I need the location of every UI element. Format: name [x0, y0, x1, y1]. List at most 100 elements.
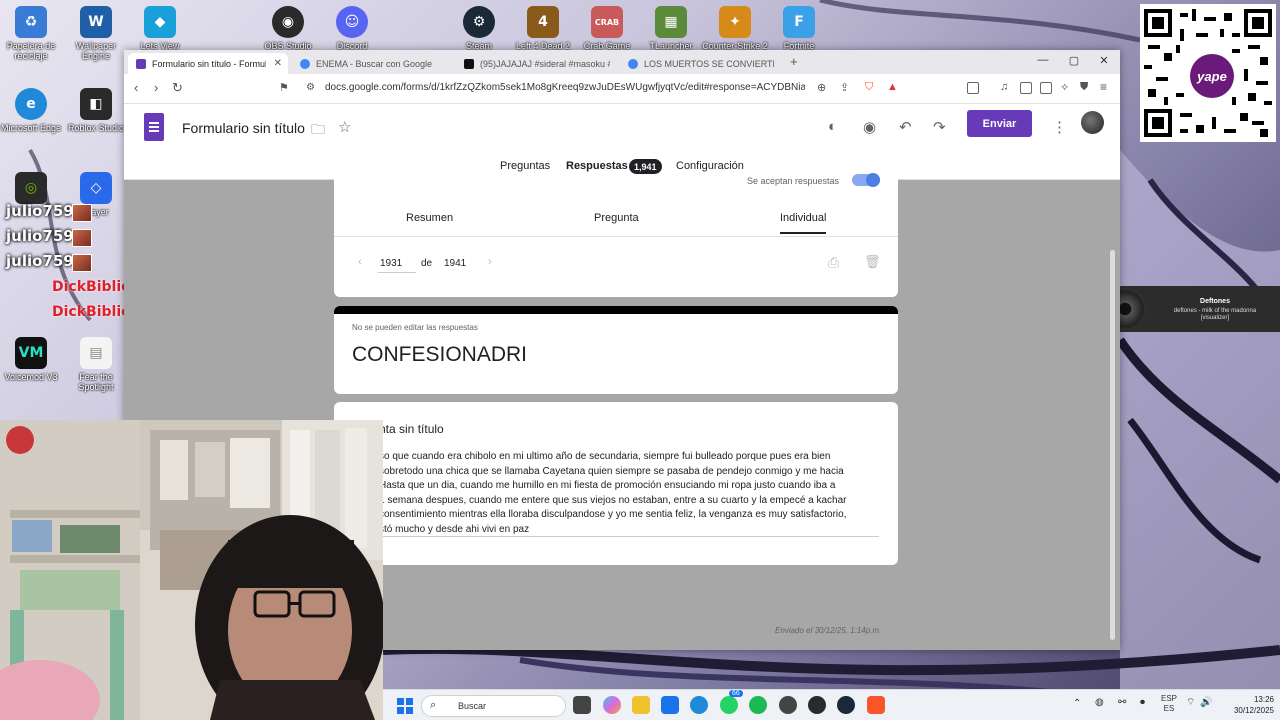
zoom-icon[interactable]: ⊕	[817, 81, 826, 94]
webcam-overlay	[0, 420, 383, 720]
store-icon[interactable]	[661, 696, 679, 714]
tray-app-icon[interactable]: ◍	[1095, 698, 1104, 708]
scrollbar[interactable]	[1110, 250, 1115, 640]
vpn-icon[interactable]: ⛊	[1080, 81, 1088, 94]
redo-icon[interactable]: ↷	[933, 118, 946, 136]
desktop-icon-crabgame[interactable]: CRAB Crab Game	[572, 6, 642, 51]
desktop-icon-counter-strike[interactable]: ✦ Counter-Strike 2	[700, 6, 770, 51]
tab-forms[interactable]: Formulario sin título - Formulario ✕	[128, 53, 288, 74]
desktop-icon-letsview[interactable]: ◆ Lets View	[125, 6, 195, 51]
subtab-individual[interactable]: Individual	[780, 212, 826, 224]
print-icon[interactable]: ⎙	[828, 254, 839, 271]
reload-icon[interactable]: ↻	[172, 80, 183, 96]
language-indicator[interactable]: ESP ES	[1159, 694, 1179, 714]
file-explorer-icon[interactable]	[632, 696, 650, 714]
close-tab-icon[interactable]: ✕	[274, 58, 282, 69]
desktop-icon-wallpaper-engine[interactable]: W Wallpaper Engine	[61, 6, 131, 61]
system-clock[interactable]: 13:26 30/12/2025	[1210, 694, 1274, 716]
taskbar: ⌕ Buscar 66 ⌃ ◍ ⚯ ⏺ ESP ES ⌔ 🔊 13:26 30/…	[383, 689, 1280, 720]
tab-tiktok[interactable]: (95)JAJAJAJ #sideral #masoku #pa	[456, 53, 616, 74]
qr-code: yape	[1140, 4, 1276, 142]
copilot-icon[interactable]	[603, 696, 621, 714]
tab-google-search-2[interactable]: LOS MUERTOS SE CONVIERTEN EN R	[620, 53, 780, 74]
microphone-icon[interactable]: ⏺	[1140, 698, 1145, 708]
desktop-icon-fear-the-spotlight[interactable]: ▤ Fear the Spotlight	[61, 337, 131, 392]
desktop-icon-fortnite[interactable]: F Fortnite	[764, 6, 834, 51]
close-window-icon[interactable]: ✕	[1095, 54, 1113, 67]
tab-google-search[interactable]: ENEMA - Buscar con Google	[292, 53, 452, 74]
desktop-icon-nvidia[interactable]: ◎	[0, 172, 66, 204]
previous-response-icon[interactable]: ‹	[358, 256, 362, 268]
share-icon[interactable]: ⇪	[840, 81, 849, 94]
new-tab-icon[interactable]: +	[790, 54, 798, 69]
chat-image-thumbnail	[72, 204, 92, 222]
sidebar-icon[interactable]	[1020, 82, 1032, 94]
input-underline	[378, 272, 416, 273]
minimize-icon[interactable]: —	[1034, 54, 1052, 66]
tab-questions[interactable]: Preguntas	[500, 160, 550, 172]
forward-icon[interactable]: ›	[154, 80, 158, 95]
media-icon[interactable]: ♫	[1000, 81, 1008, 93]
site-info-icon[interactable]: ⚙	[306, 82, 315, 93]
spotify-icon[interactable]	[749, 696, 767, 714]
avatar[interactable]	[1081, 111, 1104, 134]
wallet-icon[interactable]	[1040, 82, 1052, 94]
star-icon[interactable]: ☆	[338, 118, 351, 136]
more-options-icon[interactable]: ⋮	[1052, 118, 1067, 136]
brave-shield-icon[interactable]: ⛉	[865, 81, 873, 94]
tray-network-icon[interactable]: ⚯	[1118, 698, 1126, 708]
desktop-icon-left4dead[interactable]: 4 Left 4 Dead 2	[508, 6, 578, 51]
back-icon[interactable]: ‹	[134, 80, 138, 95]
undo-icon[interactable]: ↶	[899, 118, 912, 136]
task-view-icon[interactable]	[573, 696, 591, 714]
answer-line: 1 semana despues, cuando me entere que s…	[379, 494, 847, 506]
whatsapp-icon[interactable]: 66	[720, 690, 743, 714]
app-icon[interactable]	[779, 696, 797, 714]
desktop-icon-recycle-bin[interactable]: ♻ Papelera de reciclaje	[0, 6, 66, 61]
wifi-icon[interactable]: ⌔	[1186, 698, 1195, 708]
windows-start-icon[interactable]	[397, 698, 413, 714]
send-button[interactable]: Enviar	[967, 110, 1032, 137]
subtab-question[interactable]: Pregunta	[594, 212, 639, 224]
xbox-icon[interactable]	[808, 696, 826, 714]
desktop-icon-tlauncher[interactable]: ▦ TLauncher	[636, 6, 706, 51]
leo-icon[interactable]: ✧	[1060, 81, 1069, 94]
current-response-input[interactable]: 1931	[380, 258, 402, 269]
steam-icon[interactable]	[837, 696, 855, 714]
tab-settings[interactable]: Configuración	[676, 160, 744, 172]
desktop-icon-discord[interactable]: ☺ Discord	[317, 6, 387, 51]
show-hidden-icons[interactable]: ⌃	[1073, 699, 1081, 709]
extension-icon[interactable]	[967, 82, 979, 94]
form-title[interactable]: Formulario sin título	[182, 120, 305, 136]
delete-icon[interactable]: 🗑	[864, 254, 881, 270]
taskbar-search[interactable]: ⌕ Buscar	[421, 695, 566, 717]
nvidia-icon: ◎	[15, 172, 47, 204]
desktop-icon-edge[interactable]: e Microsoft Edge	[0, 88, 66, 133]
preview-eye-icon[interactable]: ◉	[863, 118, 876, 136]
google-forms-logo-icon[interactable]	[144, 113, 164, 141]
menu-icon[interactable]: ≡	[1100, 80, 1107, 94]
maximize-icon[interactable]: ▢	[1065, 54, 1083, 67]
desktop-icon-steam[interactable]: ⚙ Steam	[444, 6, 514, 51]
desktop-icon-voicemod[interactable]: VM Voicemod V3	[0, 337, 66, 382]
fortnite-icon: F	[783, 6, 815, 38]
tab-responses[interactable]: Respuestas	[566, 160, 628, 172]
next-response-icon[interactable]: ›	[488, 256, 492, 268]
answer-card: nta sin título so que cuando era chibolo…	[334, 402, 898, 565]
desktop-icon-roblox-studio[interactable]: ◧ Roblox Studio	[61, 88, 131, 133]
edge-icon[interactable]	[690, 696, 708, 714]
palette-icon[interactable]: ◐	[828, 118, 837, 135]
subtab-summary[interactable]: Resumen	[406, 212, 453, 224]
now-playing-artist: Deftones	[1200, 298, 1230, 305]
yape-logo: yape	[1190, 54, 1234, 98]
url-input[interactable]: docs.google.com/forms/d/1krfZzQZkom5sek1…	[325, 82, 805, 93]
accepting-responses-toggle[interactable]	[852, 173, 880, 187]
brave-rewards-icon[interactable]: ▲	[887, 81, 898, 93]
bookmark-icon[interactable]: ⚑	[279, 81, 289, 94]
folder-icon[interactable]: 🗀	[311, 119, 325, 143]
chat-image-thumbnail	[72, 229, 92, 247]
desktop-icon-obs[interactable]: ◉ OBS Studio	[253, 6, 323, 51]
active-subtab-indicator	[780, 232, 826, 234]
brave-icon[interactable]	[867, 696, 885, 714]
answer-line: sobretodo una chica que se llamaba Cayet…	[379, 465, 844, 477]
